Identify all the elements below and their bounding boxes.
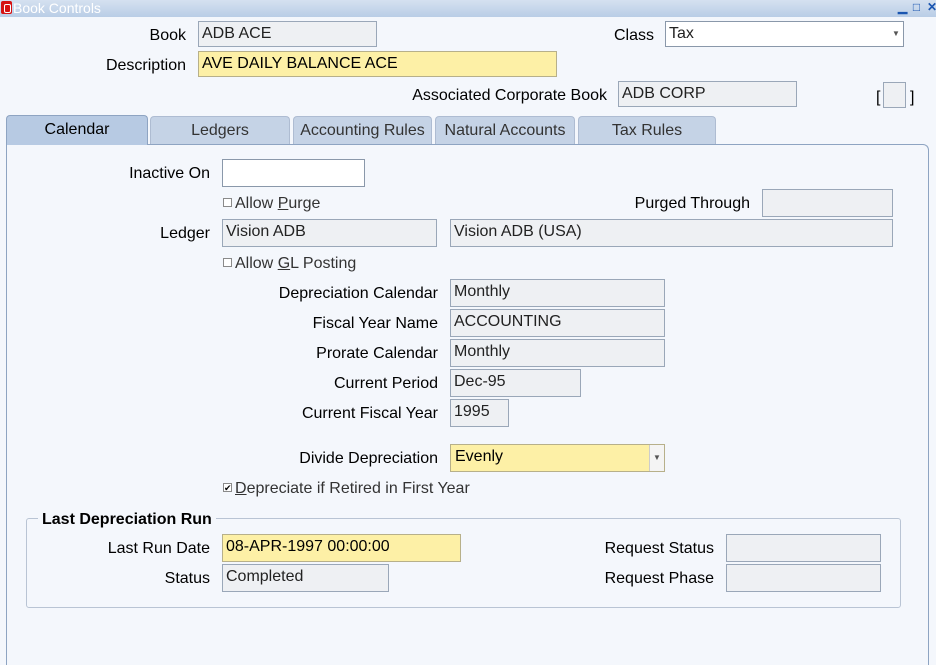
minimize-icon[interactable]: ▁ [898,1,907,13]
fiscal-year-name-field[interactable]: ACCOUNTING [450,309,665,337]
depreciation-calendar-label: Depreciation Calendar [278,285,438,302]
bracket-open: [ [876,89,881,106]
status-field[interactable]: Completed [222,564,389,592]
purged-through-field[interactable] [762,189,893,217]
last-run-date-label: Last Run Date [107,540,210,557]
description-field[interactable]: AVE DAILY BALANCE ACE [198,51,557,77]
close-icon[interactable]: ✕ [927,1,936,13]
associated-corporate-book-field[interactable]: ADB CORP [618,81,797,107]
tab-calendar[interactable]: Calendar [6,115,148,145]
ledger-label: Ledger [160,225,210,242]
title-bar [0,0,936,17]
prorate-calendar-field[interactable]: Monthly [450,339,665,367]
last-depreciation-run-group [26,518,901,608]
depreciate-if-retired-label: Depreciate if Retired in First Year [235,480,470,497]
ledger-field[interactable]: Vision ADB [222,219,437,247]
chevron-down-icon[interactable]: ▼ [649,445,664,471]
status-label: Status [164,570,210,587]
request-phase-field[interactable] [726,564,881,592]
ledger-description-field[interactable]: Vision ADB (USA) [450,219,893,247]
prorate-calendar-label: Prorate Calendar [316,345,438,362]
current-fiscal-year-field[interactable]: 1995 [450,399,509,427]
tab-tax-rules[interactable]: Tax Rules [578,116,716,144]
bracket-close: ] [910,89,915,106]
allow-gl-posting-checkbox[interactable] [223,258,232,267]
last-run-date-field[interactable]: 08-APR-1997 00:00:00 [222,534,461,562]
request-status-field[interactable] [726,534,881,562]
class-value: Tax [669,25,694,42]
class-select[interactable]: Tax ▼ [665,21,904,47]
divide-depreciation-value: Evenly [455,448,504,465]
associated-corporate-book-label: Associated Corporate Book [412,87,607,104]
request-phase-label: Request Phase [604,570,714,587]
inactive-on-field[interactable] [222,159,365,187]
maximize-icon[interactable]: □ [912,1,921,13]
depreciation-calendar-field[interactable]: Monthly [450,279,665,307]
descriptive-flexfield[interactable] [883,82,906,108]
last-depreciation-run-title: Last Depreciation Run [38,511,216,529]
class-label: Class [613,27,654,44]
inactive-on-label: Inactive On [129,165,210,182]
fiscal-year-name-label: Fiscal Year Name [312,315,438,332]
depreciate-if-retired-checkbox[interactable]: ✔ [223,483,232,493]
chevron-down-icon[interactable]: ▼ [889,22,903,46]
allow-purge-label: Allow Purge [235,195,321,212]
allow-purge-checkbox[interactable] [223,198,232,207]
book-label: Book [149,27,186,44]
tab-natural-accounts[interactable]: Natural Accounts [435,116,575,144]
tab-accounting-rules[interactable]: Accounting Rules [293,116,432,144]
current-fiscal-year-label: Current Fiscal Year [301,405,438,422]
window-title: Book Controls [13,0,101,16]
divide-depreciation-label: Divide Depreciation [299,450,438,467]
description-label: Description [105,57,186,74]
request-status-label: Request Status [604,540,714,557]
allow-gl-posting-label: Allow GL Posting [235,255,357,272]
oracle-app-icon [1,1,12,14]
divide-depreciation-select[interactable]: Evenly ▼ [450,444,665,472]
current-period-label: Current Period [333,375,438,392]
purged-through-label: Purged Through [634,195,750,212]
book-field[interactable]: ADB ACE [198,21,377,47]
tab-ledgers[interactable]: Ledgers [150,116,290,144]
current-period-field[interactable]: Dec-95 [450,369,581,397]
